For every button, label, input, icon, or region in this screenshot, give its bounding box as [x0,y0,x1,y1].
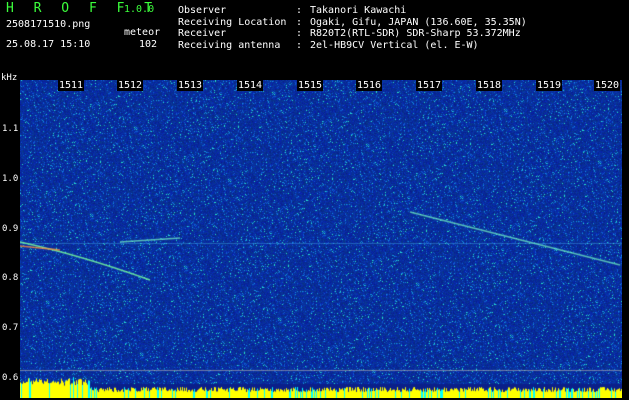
x-tick-label: 1516 [356,80,383,91]
info-antenna: Receiving antenna:2el-HB9CV Vertical (el… [178,39,479,51]
x-tick-label: 1512 [117,80,144,91]
app-version: 1.0.0 [124,4,155,15]
x-tick-label: 1519 [536,80,563,91]
info-observer: Observer: Takanori Kawachi [178,5,407,16]
x-tick-label: 1518 [476,80,503,91]
detection-label: meteor [124,27,161,38]
y-tick-label: 1.0 [2,174,19,184]
x-tick-label: 1517 [416,80,443,91]
y-tick-label: 0.6 [2,373,19,383]
y-tick-label: 1.1 [2,124,19,134]
capture-datetime: 25.08.17 15:10 [6,39,91,50]
x-tick-label: 1511 [58,80,85,91]
spectrogram-canvas [20,80,622,398]
info-location: Receiving Location: Ogaki, Gifu, JAPAN (1… [178,16,527,28]
file-name: 2508171510.png [6,19,91,30]
detection-count: 102 [139,39,158,50]
y-tick-label: 0.8 [2,273,19,283]
y-axis-unit: kHz [1,73,18,83]
station-info: Observer: Takanori Kawachi Receiving Loca… [178,5,527,51]
x-tick-label: 1513 [177,80,204,91]
x-tick-label: 1514 [237,80,264,91]
y-tick-label: 0.9 [2,224,19,234]
x-tick-label: 1520 [594,80,621,91]
x-tick-label: 1515 [297,80,324,91]
y-tick-label: 0.7 [2,323,19,333]
info-receiver: Receiver: R820T2(RTL-SDR) SDR-Sharp 53.37… [178,28,521,39]
